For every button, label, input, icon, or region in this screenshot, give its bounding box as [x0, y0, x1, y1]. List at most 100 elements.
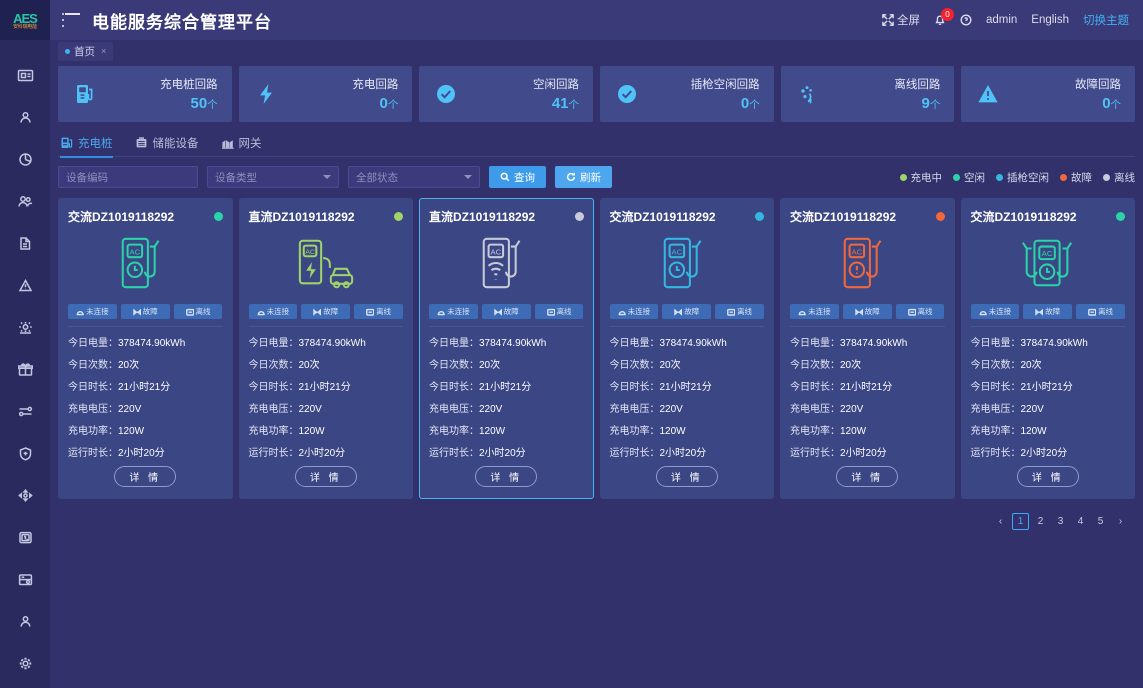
pagination-page[interactable]: 1 — [1012, 513, 1029, 530]
device-info-value: 378474.90kWh — [118, 338, 186, 349]
stat-number: 50 — [190, 95, 208, 112]
stat-card[interactable]: 充电桩回路 50个 — [58, 66, 232, 122]
device-card[interactable]: 交流DZ1019118292 AC 未连接 故障 离线 今日电量：378474.90kWh… — [780, 198, 955, 499]
device-tag[interactable]: 未连接 — [790, 304, 839, 319]
sidebar-item-gift[interactable] — [0, 348, 50, 390]
detail-button[interactable]: 详 情 — [836, 466, 899, 487]
sidebar-item-storage[interactable] — [0, 558, 50, 600]
detail-button[interactable]: 详 情 — [114, 466, 177, 487]
device-card[interactable]: 交流DZ1019118292 AC 未连接 故障 离线 今日电量：378474.90kWh… — [960, 198, 1135, 499]
device-tag[interactable]: 离线 — [534, 304, 584, 319]
stat-card[interactable]: 充电回路 0个 — [238, 66, 413, 122]
sidebar-item-group[interactable] — [0, 180, 50, 222]
sidebar-item-monitor[interactable] — [0, 54, 50, 96]
stat-text: 离线回路 9个 — [894, 76, 940, 112]
device-info-key: 今日时长： — [790, 382, 840, 393]
help-circle-icon — [960, 14, 972, 26]
device-card[interactable]: 交流DZ1019118292 AC 未连接 故障 离线 今日电量：378474.90kWh… — [58, 198, 233, 499]
stat-card[interactable]: 插枪空闲回路 0个 — [600, 66, 774, 122]
detail-button[interactable]: 详 情 — [655, 466, 718, 487]
sidebar-item-document[interactable] — [0, 222, 50, 264]
brand-logo[interactable]: AES 安科瑞电能 — [0, 0, 50, 40]
stat-card[interactable]: 故障回路 0个 — [961, 66, 1136, 122]
sidebar-item-flow[interactable] — [0, 390, 50, 432]
pagination-next[interactable]: › — [1112, 513, 1129, 530]
device-info-key: 今日电量： — [970, 338, 1021, 349]
tab-gateway[interactable]: 网关 — [221, 129, 262, 157]
device-tag[interactable]: 离线 — [1076, 304, 1125, 319]
sidebar-item-user[interactable] — [0, 96, 50, 138]
user-menu[interactable]: admin — [986, 14, 1017, 26]
stat-card[interactable]: 空闲回路 41个 — [419, 66, 594, 122]
sidebar-item-meter[interactable] — [0, 516, 50, 558]
user-name: admin — [985, 14, 1018, 26]
refresh-button[interactable]: 刷新 — [555, 166, 612, 188]
device-info-list: 今日电量：378474.90kWh 今日次数：20次 今日时长：21小时21分 充电电… — [610, 327, 765, 459]
search-button[interactable]: 查询 — [489, 166, 546, 188]
detail-button[interactable]: 详 情 — [1016, 466, 1079, 487]
sidebar-item-security[interactable] — [0, 432, 50, 474]
device-card[interactable]: 交流DZ1019118292 AC 未连接 故障 离线 今日电量：378474.90kWh… — [599, 198, 774, 499]
device-tag[interactable]: 故障 — [1023, 304, 1073, 319]
language-switch[interactable]: English — [1031, 14, 1069, 26]
stat-card[interactable]: 离线回路 9个 — [780, 66, 955, 122]
pagination-page[interactable]: 2 — [1032, 513, 1049, 530]
sidebar-item-chart[interactable] — [0, 138, 50, 180]
device-tag[interactable]: 离线 — [354, 304, 403, 319]
sidebar-item-alarm[interactable] — [0, 264, 50, 306]
device-info-row: 今日时长：21小时21分 — [429, 378, 584, 393]
status-select[interactable]: 全部状态 — [348, 166, 480, 188]
fault-icon — [855, 308, 863, 316]
device-tag[interactable]: 未连接 — [429, 304, 478, 319]
device-info-row: 充电电压：220V — [429, 400, 584, 415]
sidebar-item-account[interactable] — [0, 600, 50, 642]
device-tag[interactable]: 未连接 — [609, 304, 659, 319]
device-info-value: 220V — [659, 404, 683, 415]
device-info-value: 120W — [1020, 426, 1047, 437]
device-code-input[interactable]: 设备编码 — [58, 166, 198, 188]
tab-label: 充电桩 — [78, 137, 113, 150]
device-tag[interactable]: 离线 — [715, 304, 764, 319]
pagination-page[interactable]: 3 — [1052, 513, 1069, 530]
sidebar-item-settings[interactable] — [0, 642, 50, 684]
device-tag[interactable]: 未连接 — [68, 304, 117, 319]
charging-pile-illustration-icon: AC — [843, 237, 882, 289]
device-card-header: 直流DZ1019118292 — [429, 208, 584, 225]
device-tag[interactable]: 离线 — [173, 304, 223, 319]
tab-charging-pile[interactable]: 充电桩 — [60, 129, 113, 158]
pagination-prev[interactable]: ‹ — [992, 513, 1009, 530]
device-tag[interactable]: 故障 — [481, 304, 531, 319]
close-icon[interactable]: × — [101, 46, 106, 56]
fullscreen-button[interactable]: 全屏 — [882, 12, 920, 28]
device-info-row: 今日电量：378474.90kWh — [610, 334, 765, 349]
device-info-row: 充电电压：220V — [971, 400, 1126, 415]
pagination-page[interactable]: 4 — [1072, 513, 1089, 530]
device-tag[interactable]: 未连接 — [970, 304, 1020, 319]
sidebar-item-device[interactable] — [0, 306, 50, 348]
device-type-select[interactable]: 设备类型 — [207, 166, 339, 188]
theme-switch[interactable]: 切换主题 — [1083, 12, 1129, 28]
pagination-page[interactable]: 5 — [1092, 513, 1109, 530]
plug-disconnected-icon — [618, 310, 626, 315]
svg-text:AC: AC — [852, 247, 863, 256]
device-tag[interactable]: 故障 — [120, 304, 170, 319]
device-tag[interactable]: 未连接 — [248, 304, 298, 319]
tab-storage-device[interactable]: 储能设备 — [135, 129, 199, 157]
help-button[interactable] — [960, 14, 972, 26]
detail-button[interactable]: 详 情 — [294, 466, 357, 487]
device-info-key: 今日电量： — [790, 338, 840, 349]
stat-number: 0 — [1102, 95, 1111, 112]
menu-collapse-icon[interactable] — [62, 13, 80, 27]
device-tag[interactable]: 故障 — [301, 304, 351, 319]
detail-button[interactable]: 详 情 — [475, 466, 538, 487]
device-tag[interactable]: 离线 — [895, 304, 945, 319]
page-tab-home[interactable]: 首页 × — [58, 41, 114, 61]
detail-button-wrap: 详 情 — [68, 466, 223, 487]
sidebar-item-energy[interactable] — [0, 474, 50, 516]
device-card[interactable]: 直流DZ1019118292 AC 未连接 故障 离线 今日电量：378474.90kWh… — [419, 198, 594, 499]
legend-dot-icon — [953, 173, 960, 181]
device-tag[interactable]: 故障 — [662, 304, 712, 319]
notifications-button[interactable]: 0 — [934, 8, 954, 26]
device-card[interactable]: 直流DZ1019118292 AC 未连接 故障 离线 今日电量：378474.90kWh… — [238, 198, 413, 499]
device-tag[interactable]: 故障 — [842, 304, 892, 319]
